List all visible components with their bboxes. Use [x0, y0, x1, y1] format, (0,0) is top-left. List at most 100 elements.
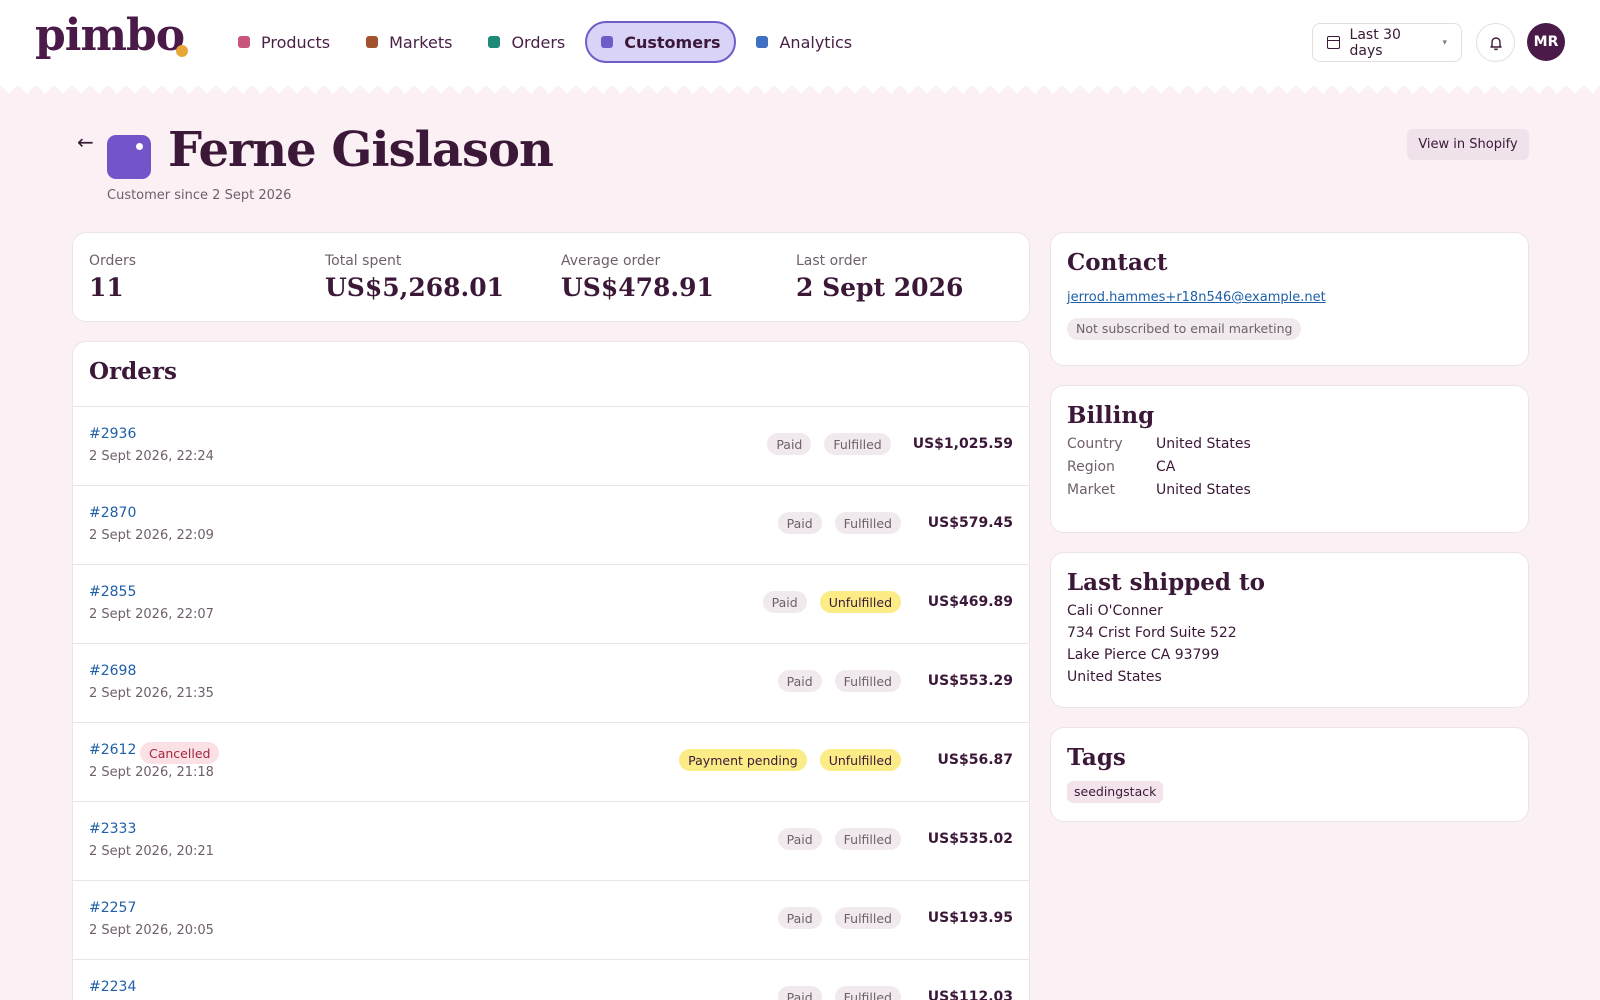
- order-number-link[interactable]: #2612: [89, 742, 136, 758]
- order-number-link[interactable]: #2698: [89, 663, 136, 679]
- field-key: Region: [1067, 459, 1115, 475]
- nav-item-analytics[interactable]: Analytics: [740, 21, 868, 63]
- stat-label: Last order: [796, 253, 867, 269]
- back-arrow-icon[interactable]: ←: [77, 130, 94, 154]
- order-amount: US$535.02: [927, 831, 1013, 847]
- stat-label: Total spent: [325, 253, 402, 269]
- table-row[interactable]: #2333 2 Sept 2026, 20:21 Paid Fulfilled US$5…: [73, 802, 1029, 881]
- order-status-group: Paid Fulfilled US$112.03: [765, 986, 1013, 1000]
- contact-title: Contact: [1067, 249, 1168, 276]
- billing-row-market: Market United States: [1067, 482, 1512, 498]
- markets-square-icon: [366, 36, 379, 48]
- address-line: United States: [1067, 669, 1162, 685]
- stat-total-spent: Total spent US$5,268.01: [325, 253, 504, 302]
- last-shipped-card: Last shipped to Cali O'Conner 734 Crist …: [1050, 552, 1529, 708]
- field-value: CA: [1156, 459, 1176, 475]
- fulfillment-status-badge: Fulfilled: [834, 670, 901, 692]
- nav-item-customers[interactable]: Customers: [585, 21, 737, 63]
- calendar-icon: [1327, 36, 1340, 49]
- order-number-link[interactable]: #2936: [89, 426, 136, 442]
- order-number-link[interactable]: #2234: [89, 979, 136, 995]
- nav-item-label: Products: [261, 32, 331, 52]
- customer-since: Customer since 2 Sept 2026: [107, 188, 292, 203]
- address-line: Lake Pierce CA 93799: [1067, 647, 1220, 663]
- fulfillment-status-badge: Fulfilled: [824, 433, 891, 455]
- avatar[interactable]: MR: [1527, 23, 1565, 61]
- stats-card: Orders 11 Total spent US$5,268.01 Averag…: [72, 232, 1030, 322]
- order-status-group: Paid Fulfilled US$553.29: [765, 670, 1013, 692]
- table-row[interactable]: #2234 Paid Fulfilled US$112.03: [73, 960, 1029, 1000]
- tags-card: Tags seedingstack: [1050, 727, 1529, 822]
- orders-title: Orders: [89, 358, 177, 385]
- address-line: Cali O'Conner: [1067, 603, 1163, 619]
- view-in-shopify-button[interactable]: View in Shopify: [1407, 129, 1529, 160]
- stat-label: Orders: [89, 253, 137, 269]
- billing-row-region: Region CA: [1067, 459, 1512, 475]
- table-row[interactable]: #2936 2 Sept 2026, 22:24 Paid Fulfilled US$1…: [73, 407, 1029, 486]
- cancelled-badge: Cancelled: [140, 742, 220, 764]
- stat-value: 11: [89, 273, 124, 302]
- payment-status-badge: Paid: [767, 433, 812, 455]
- order-amount: US$56.87: [937, 752, 1013, 768]
- date-range-button[interactable]: Last 30 days ▾: [1312, 23, 1462, 62]
- order-amount: US$553.29: [927, 673, 1013, 689]
- order-number-link[interactable]: #2257: [89, 900, 136, 916]
- order-number-link[interactable]: #2855: [89, 584, 136, 600]
- billing-title: Billing: [1067, 402, 1155, 429]
- order-amount: US$112.03: [927, 989, 1013, 1000]
- fulfillment-status-badge: Unfulfilled: [819, 749, 901, 771]
- order-date: 2 Sept 2026, 20:21: [89, 844, 214, 859]
- order-date: 2 Sept 2026, 22:24: [89, 449, 214, 464]
- billing-row-country: Country United States: [1067, 436, 1512, 452]
- order-status-group: Paid Fulfilled US$1,025.59: [754, 433, 1013, 455]
- tags-title: Tags: [1067, 744, 1126, 771]
- stat-value: US$478.91: [561, 273, 714, 302]
- field-value: United States: [1156, 436, 1251, 452]
- page-title: Ferne Gislason: [168, 122, 554, 178]
- shipped-title: Last shipped to: [1067, 569, 1265, 596]
- chevron-down-icon: ▾: [1442, 37, 1447, 48]
- nav-item-label: Analytics: [779, 32, 853, 52]
- brand-logo[interactable]: pimbo: [35, 10, 185, 61]
- shipping-address: Cali O'Conner 734 Crist Ford Suite 522 L…: [1067, 600, 1512, 688]
- nav-item-label: Markets: [389, 32, 453, 52]
- table-row[interactable]: #2855 2 Sept 2026, 22:07 Paid Unfulfilled US…: [73, 565, 1029, 644]
- field-value: United States: [1156, 482, 1251, 498]
- tag-chip[interactable]: seedingstack: [1067, 781, 1164, 803]
- contact-card: Contact jerrod.hammes+r18n546@example.ne…: [1050, 232, 1529, 366]
- stat-label: Average order: [561, 253, 661, 269]
- table-row[interactable]: #2257 2 Sept 2026, 20:05 Paid Fulfilled US$1…: [73, 881, 1029, 960]
- email-link[interactable]: jerrod.hammes+r18n546@example.net: [1067, 290, 1512, 305]
- main-nav: Products Markets Orders Customers Analyt…: [222, 21, 868, 63]
- stat-average-order: Average order US$478.91: [561, 253, 714, 302]
- fulfillment-status-badge: Fulfilled: [834, 907, 901, 929]
- fulfillment-status-badge: Fulfilled: [834, 986, 901, 1000]
- field-key: Country: [1067, 436, 1123, 452]
- header-zigzag-edge: [0, 84, 1600, 94]
- date-range-label: Last 30 days: [1349, 26, 1401, 59]
- payment-status-badge: Paid: [777, 986, 822, 1000]
- nav-item-orders[interactable]: Orders: [472, 21, 581, 63]
- top-bar: pimbo Products Markets Orders Customers …: [0, 0, 1600, 86]
- analytics-square-icon: [756, 36, 769, 48]
- order-date: 2 Sept 2026, 21:35: [89, 686, 214, 701]
- customer-icon: [107, 135, 151, 179]
- order-date: 2 Sept 2026, 22:09: [89, 528, 214, 543]
- order-number-link[interactable]: #2333: [89, 821, 136, 837]
- nav-item-markets[interactable]: Markets: [350, 21, 468, 63]
- table-row[interactable]: #2612 Cancelled 2 Sept 2026, 21:18 Payment …: [73, 723, 1029, 802]
- stat-last-order: Last order 2 Sept 2026: [796, 253, 963, 302]
- bell-icon: [1489, 36, 1502, 50]
- table-row[interactable]: #2698 2 Sept 2026, 21:35 Paid Fulfilled US$5…: [73, 644, 1029, 723]
- table-row[interactable]: #2870 2 Sept 2026, 22:09 Paid Fulfilled US$5…: [73, 486, 1029, 565]
- nav-item-products[interactable]: Products: [222, 21, 346, 63]
- products-square-icon: [238, 36, 250, 48]
- payment-status-badge: Paid: [777, 670, 822, 692]
- order-amount: US$579.45: [927, 515, 1013, 531]
- fulfillment-status-badge: Unfulfilled: [819, 591, 901, 613]
- order-status-group: Paid Fulfilled US$193.95: [765, 907, 1013, 929]
- order-number-link[interactable]: #2870: [89, 505, 136, 521]
- order-date: 2 Sept 2026, 21:18: [89, 765, 214, 780]
- order-amount: US$193.95: [927, 910, 1013, 926]
- notifications-button[interactable]: [1476, 23, 1515, 62]
